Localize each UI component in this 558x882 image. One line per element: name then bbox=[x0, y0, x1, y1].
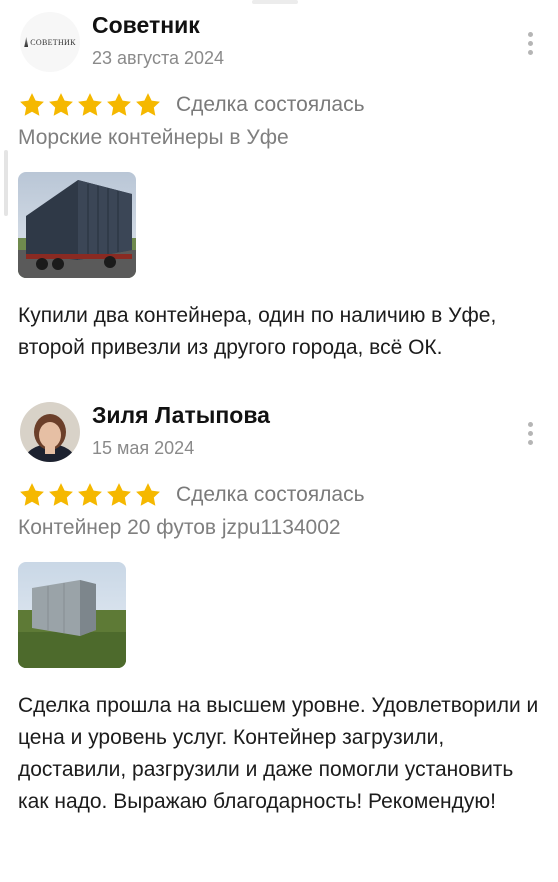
more-vertical-icon[interactable] bbox=[528, 422, 534, 445]
star-icon bbox=[76, 91, 104, 119]
star-rating bbox=[18, 91, 162, 119]
scrollbar[interactable] bbox=[4, 150, 8, 216]
star-icon bbox=[134, 481, 162, 509]
star-rating bbox=[18, 481, 162, 509]
rating-row: Сделка состоялась bbox=[18, 90, 544, 120]
review-card: СОВЕТНИК Советник 23 августа 2024 Сделка… bbox=[18, 8, 544, 364]
star-icon bbox=[105, 91, 133, 119]
top-drag-handle bbox=[252, 0, 298, 4]
deal-status: Сделка состоялась bbox=[176, 93, 365, 116]
star-icon bbox=[47, 481, 75, 509]
review-photo[interactable] bbox=[18, 562, 126, 668]
star-icon bbox=[18, 481, 46, 509]
more-vertical-icon[interactable] bbox=[528, 32, 534, 55]
rating-row: Сделка состоялась bbox=[18, 480, 544, 510]
deal-status: Сделка состоялась bbox=[176, 483, 365, 506]
avatar[interactable]: СОВЕТНИК bbox=[20, 12, 80, 72]
product-name[interactable]: Контейнер 20 футов jzpu1134002 bbox=[18, 516, 544, 540]
review-header: Зиля Латыпова 15 мая 2024 bbox=[18, 398, 544, 466]
star-icon bbox=[76, 481, 104, 509]
star-icon bbox=[105, 481, 133, 509]
product-name[interactable]: Морские контейнеры в Уфе bbox=[18, 126, 544, 150]
star-icon bbox=[134, 91, 162, 119]
review-date: 15 мая 2024 bbox=[92, 438, 195, 458]
review-card: Зиля Латыпова 15 мая 2024 Сделка состоял… bbox=[18, 398, 544, 818]
star-icon bbox=[47, 91, 75, 119]
author-name[interactable]: Советник bbox=[92, 12, 200, 39]
review-photo[interactable] bbox=[18, 172, 136, 278]
review-text: Купили два контейнера, один по наличию в… bbox=[18, 304, 497, 359]
author-name[interactable]: Зиля Латыпова bbox=[92, 402, 270, 429]
review-date: 23 августа 2024 bbox=[92, 48, 225, 68]
review-text: Сделка прошла на высшем уровне. Удовлетв… bbox=[18, 694, 539, 813]
star-icon bbox=[18, 91, 46, 119]
company-logo: СОВЕТНИК bbox=[24, 37, 76, 47]
review-header: СОВЕТНИК Советник 23 августа 2024 bbox=[18, 8, 544, 76]
avatar[interactable] bbox=[20, 402, 80, 462]
